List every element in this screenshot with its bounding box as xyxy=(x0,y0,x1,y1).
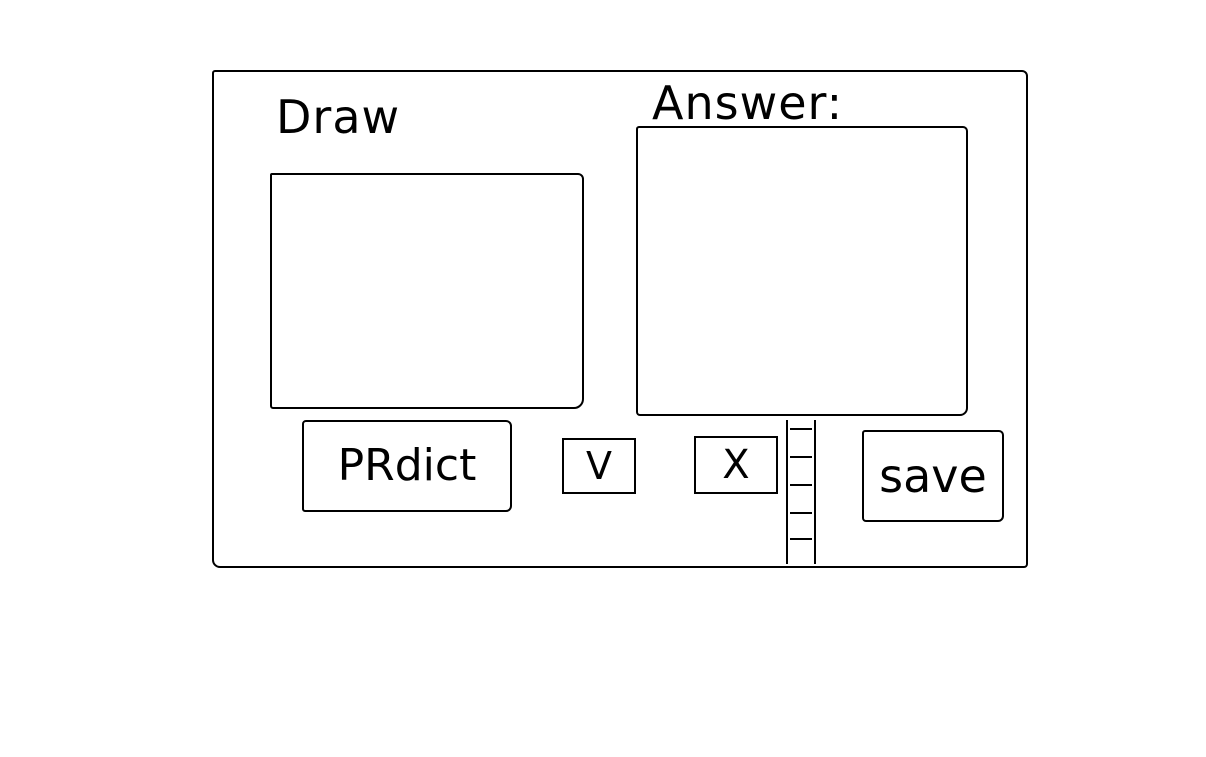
reject-button[interactable]: X xyxy=(694,436,778,494)
answer-label: Answer: xyxy=(652,76,844,130)
vertical-scrollbar[interactable] xyxy=(786,420,816,564)
predict-button[interactable]: PRdict xyxy=(302,420,512,512)
scroll-tick xyxy=(790,484,812,486)
draw-canvas[interactable] xyxy=(270,173,584,409)
scroll-tick xyxy=(790,456,812,458)
draw-label: Draw xyxy=(276,90,401,144)
scroll-tick xyxy=(790,512,812,514)
confirm-button[interactable]: V xyxy=(562,438,636,494)
save-button[interactable]: save xyxy=(862,430,1004,522)
scroll-tick xyxy=(790,538,812,540)
scroll-tick xyxy=(790,428,812,430)
answer-display xyxy=(636,126,968,416)
